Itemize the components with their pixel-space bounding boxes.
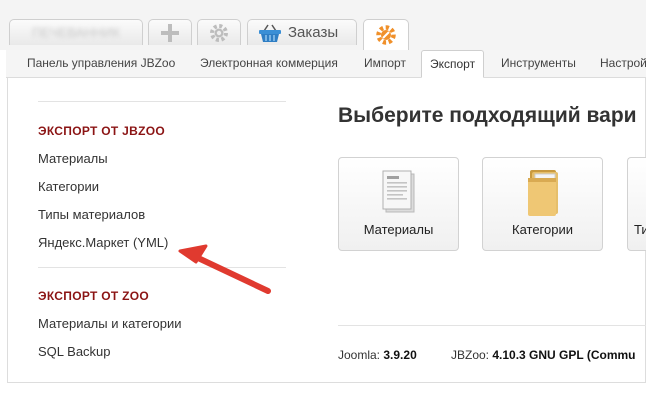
annotation-arrow-icon: [178, 244, 271, 294]
